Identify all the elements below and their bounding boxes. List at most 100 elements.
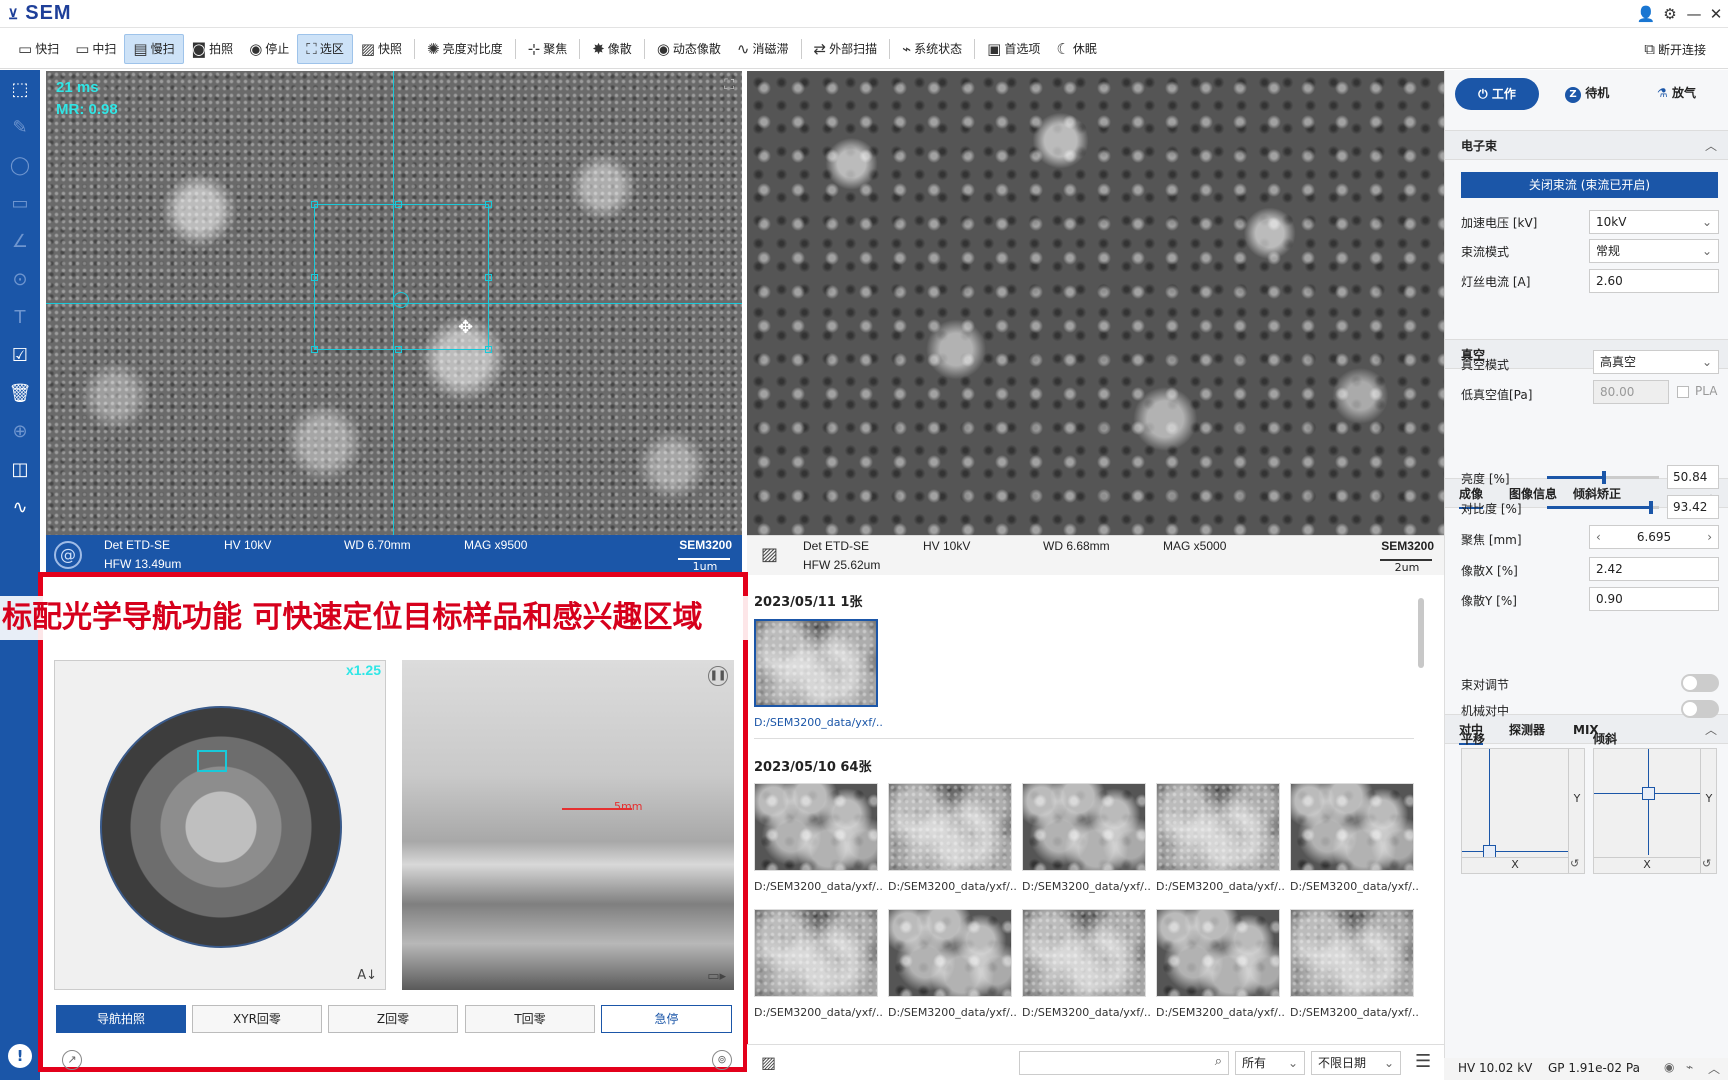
user-icon[interactable]: 👤 — [1636, 4, 1656, 24]
scan-slow-button[interactable]: ▤ 慢扫 — [124, 33, 184, 64]
gallery-thumb[interactable] — [754, 909, 878, 997]
image-folder-icon[interactable]: ▨ — [761, 1053, 776, 1072]
astigmatism-button[interactable]: ✸ 像散 — [584, 34, 640, 64]
text-icon[interactable]: T — [0, 298, 40, 336]
tilt-handle[interactable] — [1642, 787, 1655, 800]
resize-handle[interactable] — [311, 201, 318, 208]
gallery-thumb[interactable] — [754, 619, 878, 707]
shift-pad[interactable]: Y X ↺ — [1461, 748, 1585, 874]
z-home-button[interactable]: Z回零 — [328, 1005, 458, 1033]
brightness-input[interactable]: 50.84 — [1667, 465, 1719, 489]
gallery-thumb[interactable] — [1022, 783, 1146, 871]
system-status-button[interactable]: ⌁ 系统状态 — [894, 34, 970, 64]
vacuum-mode-select[interactable]: 高真空 ⌄ — [1593, 350, 1719, 374]
ruler-icon[interactable]: ✎ — [0, 108, 40, 146]
contrast-slider-thumb[interactable] — [1649, 501, 1654, 514]
contrast-input[interactable]: 93.42 — [1667, 495, 1719, 519]
filter-type-select[interactable]: 所有 ⌄ — [1235, 1051, 1305, 1075]
work-mode-button[interactable]: ⏻ 工作 — [1455, 78, 1539, 110]
close-icon[interactable]: ✕ — [1706, 4, 1726, 24]
beam-mode-select[interactable]: 常规 ⌄ — [1589, 239, 1719, 263]
external-scan-button[interactable]: ⇄ 外部扫描 — [806, 34, 886, 64]
gallery-thumb[interactable] — [1022, 909, 1146, 997]
zoom-region-icon[interactable]: ⊕ — [0, 412, 40, 450]
resize-handle[interactable] — [395, 346, 402, 353]
resize-handle[interactable] — [395, 201, 402, 208]
emergency-stop-button[interactable]: 急停 — [601, 1005, 732, 1033]
gallery-thumb[interactable] — [888, 909, 1012, 997]
signal-icon[interactable]: ⌁ — [1686, 1060, 1693, 1074]
reference-sem-image[interactable] — [747, 71, 1444, 535]
angle-icon[interactable]: ∠ — [0, 222, 40, 260]
pointer-select-icon[interactable]: ⬚ — [0, 70, 40, 108]
photo-button[interactable]: ◙ 拍照 — [184, 34, 242, 64]
close-beam-button[interactable]: 关闭束流 (束流已开启) — [1461, 172, 1718, 198]
xyr-home-button[interactable]: XYR回零 — [192, 1005, 322, 1033]
filament-input[interactable]: 2.60 — [1589, 269, 1719, 293]
rectangle-icon[interactable]: ▭ — [0, 184, 40, 222]
scan-mid-button[interactable]: ▭ 中扫 — [67, 34, 124, 64]
gallery-thumb[interactable] — [1290, 909, 1414, 997]
astig-y-input[interactable]: 0.90 — [1589, 587, 1719, 611]
reset-shift-icon[interactable]: ↺ — [1570, 857, 1579, 870]
contrast-slider[interactable] — [1547, 501, 1659, 514]
tab-detector[interactable]: 探测器 — [1509, 715, 1545, 745]
joystick-icon[interactable]: ⊚ — [712, 1050, 732, 1070]
brightness-slider-thumb[interactable] — [1602, 471, 1607, 484]
gallery-thumb[interactable] — [754, 783, 878, 871]
beam-section-header[interactable]: 电子束 ︿ — [1445, 130, 1728, 160]
stage-overview-circle[interactable] — [100, 706, 342, 948]
gallery-search-input[interactable]: ⌕ — [1019, 1051, 1229, 1075]
tab-tilt-correction[interactable]: 倾斜矫正 — [1573, 479, 1621, 509]
settings-gear-icon[interactable]: ⚙ — [1660, 4, 1680, 24]
chevron-left-icon[interactable]: ‹ — [1596, 526, 1601, 548]
nav-photo-button[interactable]: 导航拍照 — [56, 1005, 186, 1033]
minimize-icon[interactable]: — — [1684, 4, 1704, 24]
focus-button[interactable]: ⊹ 聚焦 — [520, 34, 576, 64]
waveform-icon[interactable]: ∿ — [0, 488, 40, 526]
split-view-icon[interactable]: ◫ — [0, 450, 40, 488]
tilt-pad[interactable]: Y X ↺ — [1593, 748, 1717, 874]
resize-handle[interactable] — [485, 274, 492, 281]
gallery-thumb[interactable] — [888, 783, 1012, 871]
fullscreen-icon[interactable]: ⛶ — [724, 77, 734, 93]
edit-check-icon[interactable]: ☑ — [0, 336, 40, 374]
compass-icon[interactable]: ↗ — [62, 1050, 82, 1070]
focus-stepper[interactable]: ‹ 6.695 › — [1589, 525, 1719, 549]
nav-target-box[interactable] — [197, 750, 227, 772]
live-sem-image[interactable]: 21 ms MR: 0.98 ⛶ ✥ — [46, 71, 742, 535]
t-home-button[interactable]: T回零 — [465, 1005, 595, 1033]
brightness-slider[interactable] — [1547, 471, 1659, 484]
sleep-button[interactable]: ☾ 休眠 — [1048, 34, 1104, 64]
image-export-icon[interactable]: ▨ — [761, 544, 778, 565]
gallery-thumb[interactable] — [1156, 783, 1280, 871]
preferences-button[interactable]: ▣ 首选项 — [979, 34, 1048, 64]
degauss-button[interactable]: ∿ 消磁滞 — [729, 34, 797, 64]
vent-button[interactable]: ⚗ 放气 — [1657, 84, 1696, 101]
gallery-scrollbar[interactable] — [1418, 598, 1424, 668]
snapshot-button[interactable]: ▨ 快照 — [353, 34, 410, 64]
astig-x-input[interactable]: 2.42 — [1589, 557, 1719, 581]
eye-icon[interactable]: ◉ — [1664, 1060, 1674, 1074]
pla-checkbox[interactable] — [1677, 386, 1689, 398]
alert-icon[interactable]: ! — [8, 1044, 32, 1068]
scan-fast-button[interactable]: ▭ 快扫 — [10, 34, 67, 64]
reset-tilt-icon[interactable]: ↺ — [1702, 857, 1711, 870]
mech-align-toggle[interactable] — [1681, 700, 1719, 718]
trash-icon[interactable]: 🗑 — [0, 374, 40, 412]
filter-date-select[interactable]: 不限日期 ⌄ — [1311, 1051, 1401, 1075]
gallery-thumb[interactable] — [1156, 909, 1280, 997]
resize-handle[interactable] — [311, 346, 318, 353]
chevron-right-icon[interactable]: › — [1707, 526, 1712, 548]
resize-handle[interactable] — [485, 201, 492, 208]
text-size-icon[interactable]: A↓ — [357, 968, 377, 983]
disconnect-button[interactable]: ⧉ 断开连接 — [1636, 34, 1714, 64]
hv-select[interactable]: 10kV ⌄ — [1589, 210, 1719, 234]
expand-icon[interactable]: ︿ — [1708, 1060, 1720, 1077]
low-vacuum-input[interactable]: 80.00 — [1593, 380, 1669, 404]
video-icon[interactable]: ▭▸ — [707, 969, 726, 984]
brightness-contrast-button[interactable]: ✺ 亮度对比度 — [419, 34, 511, 64]
search-icon[interactable]: ⌕ — [1215, 1054, 1222, 1069]
dynamic-astig-button[interactable]: ◉ 动态像散 — [649, 34, 729, 64]
circle-measure-icon[interactable]: ⊙ — [0, 260, 40, 298]
